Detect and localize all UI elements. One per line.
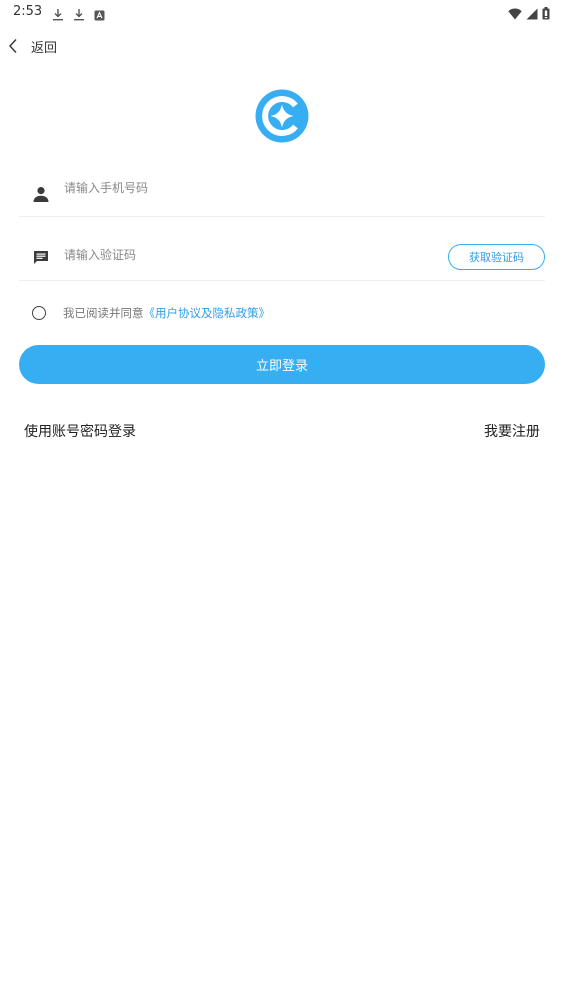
wifi-icon <box>508 5 522 24</box>
verification-code-input[interactable] <box>64 245 424 265</box>
status-time: 2:53 <box>13 4 43 19</box>
download-icon <box>52 6 64 25</box>
nav-bar: 返回 <box>0 30 564 62</box>
password-login-link[interactable]: 使用账号密码登录 <box>24 421 136 441</box>
agreement-link[interactable]: 《用户协议及隐私政策》 <box>144 305 271 321</box>
person-icon <box>32 185 50 203</box>
message-icon <box>32 249 50 267</box>
phone-input[interactable] <box>64 178 424 198</box>
chevron-left-icon <box>6 37 20 55</box>
battery-icon <box>542 5 550 24</box>
status-bar: 2:53 <box>0 0 564 26</box>
app-logo-icon <box>253 87 311 145</box>
back-button[interactable]: 返回 <box>6 34 57 58</box>
agreement-text: 我已阅读并同意 <box>63 306 144 320</box>
status-icons-right <box>508 5 550 24</box>
get-code-button[interactable]: 获取验证码 <box>448 244 545 270</box>
login-button[interactable]: 立即登录 <box>19 345 545 384</box>
agreement-row: 我已阅读并同意 《用户协议及隐私政策》 <box>32 302 270 324</box>
agreement-checkbox[interactable] <box>32 306 46 320</box>
code-field-row: 获取验证码 <box>19 230 545 281</box>
download-icon <box>73 6 85 25</box>
phone-field-row <box>19 166 545 217</box>
back-label: 返回 <box>31 40 58 56</box>
status-icons-left <box>52 6 105 25</box>
alt-links: 使用账号密码登录 我要注册 <box>24 421 540 441</box>
app-notification-icon <box>94 6 105 25</box>
signal-icon <box>526 5 538 24</box>
register-link[interactable]: 我要注册 <box>484 421 540 441</box>
